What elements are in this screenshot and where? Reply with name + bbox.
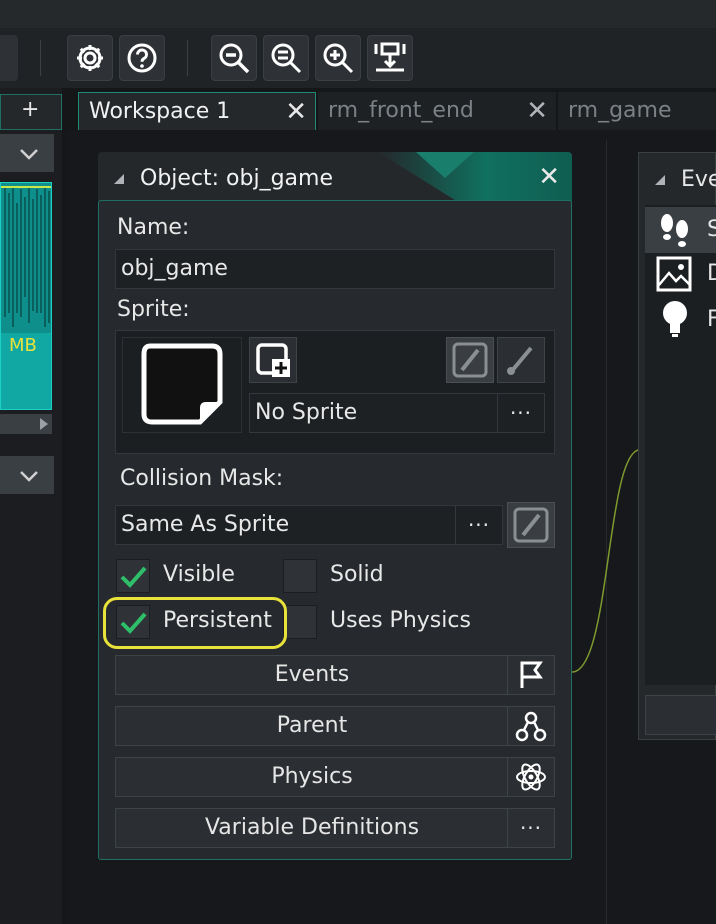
zoom-in-button[interactable] [315,35,361,81]
hierarchy-icon [507,707,554,745]
lightbulb-icon [663,301,687,337]
highlight-ring [103,597,287,649]
zoom-out-button[interactable] [211,35,257,81]
events-panel-title: Eve [681,167,716,192]
variable-definitions-button[interactable]: Variable Definitions ··· [115,808,555,848]
resource-sidebar: + MB [0,88,62,924]
events-label: Events [274,662,350,687]
help-button[interactable] [119,35,165,81]
memory-label: MB [9,335,37,356]
connection-curve [571,449,639,673]
edit-image-icon [452,342,488,378]
close-icon[interactable]: ✕ [285,93,307,131]
add-tab-button[interactable]: + [21,97,39,122]
toolbar-separator [187,40,188,76]
visible-checkbox[interactable] [116,559,150,593]
zoom-reset-button[interactable] [263,35,309,81]
collision-more-button[interactable]: ··· [455,506,502,544]
sprite-label: Sprite: [117,297,190,322]
name-label: Name: [117,215,190,240]
sprite-more-button[interactable]: ··· [497,394,544,432]
image-icon [656,256,692,292]
title-bar [0,0,716,29]
close-icon[interactable]: ✕ [526,92,548,130]
footsteps-icon [661,214,688,247]
variable-more-button: ··· [507,809,554,847]
visible-label: Visible [163,562,235,587]
sidebar-dropdown-2[interactable] [0,456,54,494]
event-item-label: F [707,307,716,332]
parent-button[interactable]: Parent [115,706,555,746]
solid-label: Solid [330,562,384,587]
chevron-down-icon [20,149,38,160]
brush-icon [507,346,533,375]
collision-mask-label: Collision Mask: [120,466,284,491]
sprite-preview[interactable] [122,337,242,433]
physics-button[interactable]: Physics [115,757,555,797]
memory-graph: MB [0,182,52,410]
collision-mask-select[interactable]: Same As Sprite ··· [115,505,503,545]
zoom-out-icon [219,43,250,74]
scroll-right-icon[interactable] [36,416,52,432]
close-icon[interactable]: ✕ [538,162,560,192]
events-button[interactable]: Events [115,655,555,695]
checkmark-icon [120,566,147,588]
tab-workspace-1[interactable]: Workspace 1 ✕ [78,92,316,130]
tab-label: rm_front_end [328,98,474,123]
uses-physics-checkbox[interactable] [283,605,317,639]
events-panel-button[interactable] [645,695,716,735]
solid-checkbox[interactable] [283,559,317,593]
settings-button[interactable] [67,35,113,81]
sidebar-tab[interactable]: + [0,94,62,130]
zoom-in-icon [323,43,354,74]
event-item-draw[interactable]: D [645,253,716,297]
parent-label: Parent [276,713,348,738]
sprite-select[interactable]: No Sprite ··· [249,393,545,433]
event-item-label: D [707,261,716,286]
fit-view-button[interactable] [367,35,413,81]
resize-grip-icon [114,174,124,184]
fit-icon [374,42,406,72]
tab-rm-front-end[interactable]: rm_front_end ✕ [318,92,556,130]
object-editor-header[interactable]: Object: obj_game ✕ [98,152,572,202]
new-sprite-icon [256,343,290,377]
collision-mask-value: Same As Sprite [121,512,290,537]
sprite-value: No Sprite [255,400,358,425]
sprite-brush-button[interactable] [497,337,545,383]
event-item-other[interactable]: F [645,299,716,343]
chevron-down-icon [20,471,38,482]
panel-title: Object: obj_game [140,166,334,191]
events-panel: Eve S D F [638,152,716,740]
tab-label: Workspace 1 [89,99,231,124]
sidebar-dropdown[interactable] [0,134,54,172]
flag-icon [507,656,554,694]
atom-icon [507,758,554,796]
event-item-step[interactable]: S [645,207,716,253]
new-sprite-button[interactable] [249,337,297,383]
resize-grip-icon [655,175,665,185]
settings-icon [77,45,103,71]
clipped-tool-button[interactable] [0,35,18,81]
edit-sprite-button[interactable] [446,337,494,383]
toolbar-separator [40,40,41,76]
toolbar [0,28,716,88]
zoom-reset-icon [271,43,302,74]
uses-physics-label: Uses Physics [330,608,471,633]
physics-label: Physics [271,764,353,789]
help-icon [127,43,157,73]
variable-definitions-label: Variable Definitions [204,815,420,840]
tab-rm-game[interactable]: rm_game [558,92,716,130]
name-input[interactable]: obj_game [115,249,555,289]
edit-mask-button[interactable] [507,502,555,548]
event-item-label: S [707,217,716,242]
edit-image-icon [513,507,549,543]
no-sprite-icon [141,343,223,425]
tab-label: rm_game [568,98,672,123]
